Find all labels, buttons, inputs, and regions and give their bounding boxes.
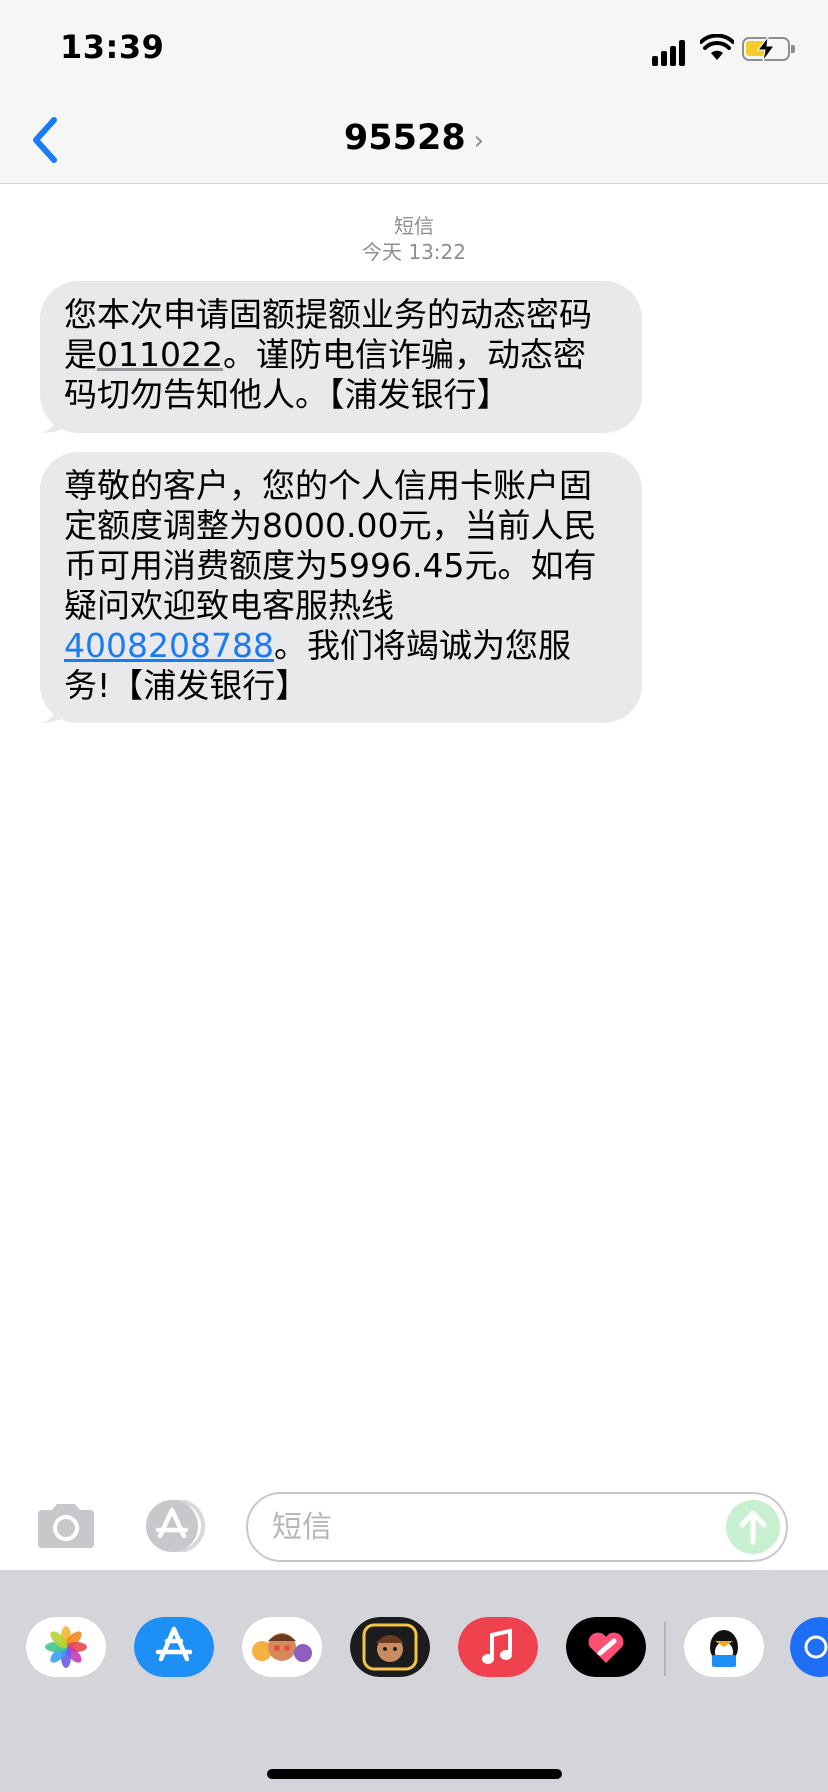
bubble-tail [42, 687, 70, 723]
send-arrow-icon[interactable] [726, 1500, 780, 1554]
memoji-icon[interactable] [350, 1617, 430, 1677]
contact-number[interactable]: 95528 [344, 118, 466, 158]
app-drawer-divider [664, 1622, 666, 1676]
qq-icon[interactable] [684, 1617, 764, 1677]
message-bubble[interactable]: 尊敬的客户，您的个人信用卡账户固定额度调整为8000.00元，当前人民币可用消费… [40, 452, 642, 723]
app-store-icon[interactable] [134, 1617, 214, 1677]
cellular-signal-icon [652, 40, 688, 66]
photos-icon[interactable] [26, 1617, 106, 1677]
partial-app-icon[interactable] [790, 1617, 828, 1677]
home-indicator[interactable] [267, 1769, 562, 1779]
app-store-icon[interactable] [140, 1500, 210, 1552]
music-icon[interactable] [458, 1617, 538, 1677]
message-timestamp: 今天 13:22 [362, 240, 466, 264]
wifi-icon [700, 34, 734, 60]
phone-number-link[interactable]: 4008208788 [64, 626, 274, 665]
imessage-app-drawer [0, 1570, 828, 1792]
contact-title[interactable]: 95528 › [0, 118, 828, 158]
message-input-field[interactable] [246, 1492, 788, 1562]
message-input[interactable] [272, 1507, 712, 1547]
camera-icon[interactable] [34, 1502, 98, 1550]
message-bubble[interactable]: 您本次申请固额提额业务的动态密码是011022。谨防电信诈骗，动态密码切勿告知他… [40, 281, 642, 433]
memoji-stickers-icon[interactable] [242, 1617, 322, 1677]
message-text: 尊敬的客户，您的个人信用卡账户固定额度调整为8000.00元，当前人民币可用消费… [64, 466, 597, 625]
header: 13:39 95528 › [0, 0, 828, 184]
bubble-tail [42, 397, 70, 433]
chevron-right-icon[interactable]: › [474, 126, 484, 156]
verification-code[interactable]: 011022 [97, 335, 223, 374]
message-service-label: 短信 [394, 214, 434, 238]
digital-touch-icon[interactable] [566, 1617, 646, 1677]
battery-charging-icon [742, 37, 795, 61]
status-time: 13:39 [60, 28, 165, 66]
